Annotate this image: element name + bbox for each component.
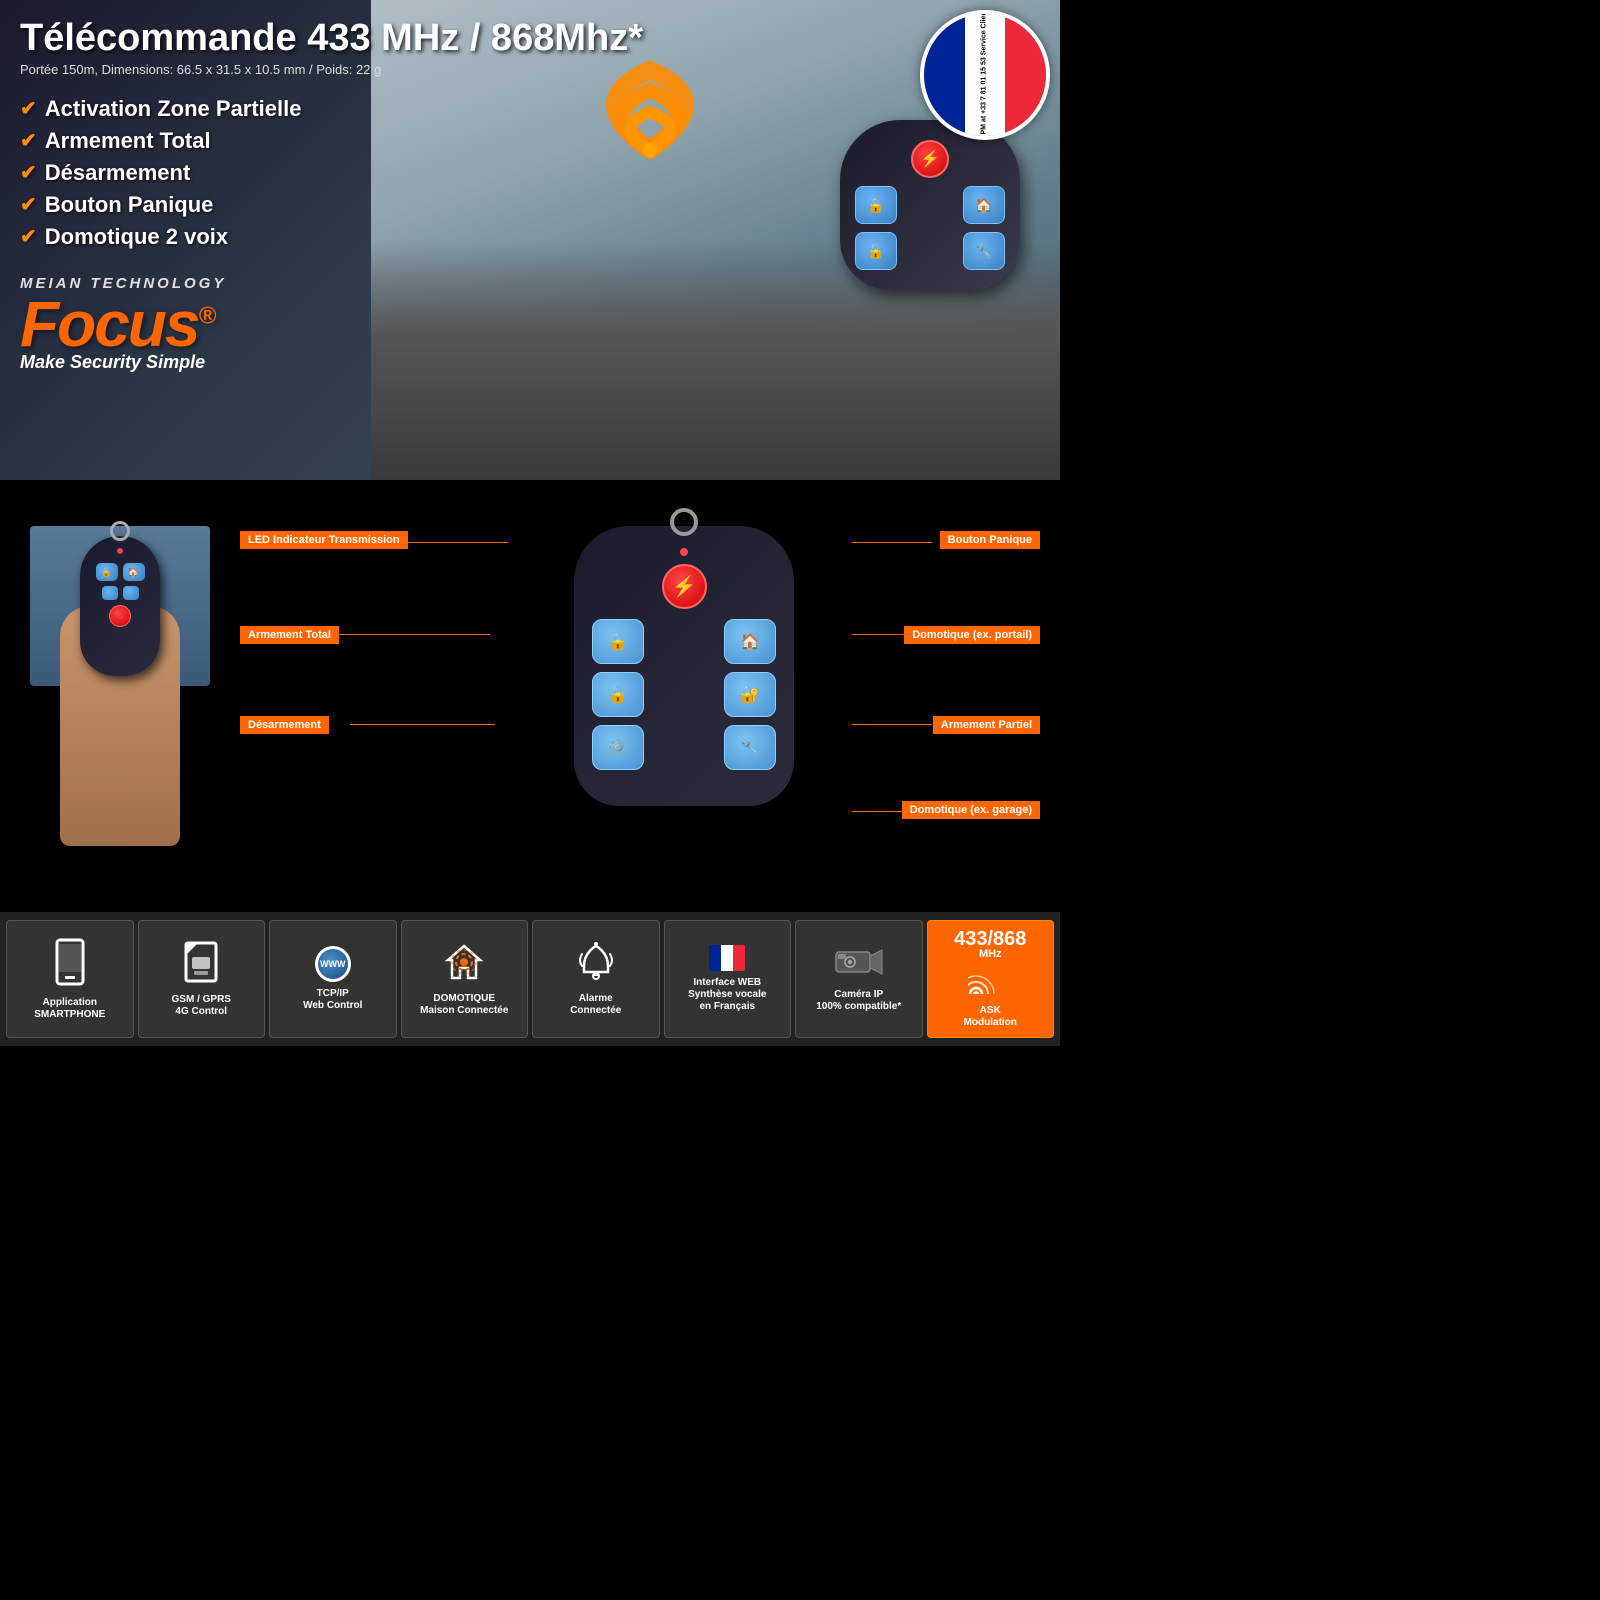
check-icon-3: ✔: [20, 160, 37, 185]
smartphone-icon: [55, 938, 85, 991]
feature-text-2: Armement Total: [45, 128, 211, 154]
tile-alarme-label: Alarme Connectée: [570, 993, 621, 1017]
tile-interface-label: Interface WEB Synthèse vocale en Françai…: [688, 977, 766, 1013]
remote-top-right: ⚡ 🔒 🏠 🔓 🔧: [840, 120, 1040, 290]
brand-tagline: Make Security Simple: [20, 352, 1040, 373]
panic-button-top: ⚡: [911, 140, 949, 178]
remote-btn-extra1: ⚙️: [592, 725, 644, 770]
line-arm-partial: [852, 724, 932, 725]
remote-btn-domo1: 🏠: [724, 619, 776, 664]
feature-text-3: Désarmement: [45, 160, 191, 186]
tile-freq: 433/868 MHz ASK: [927, 920, 1055, 1038]
tile-gsm-label: GSM / GPRS 4G Control: [172, 994, 231, 1018]
freq-number: 433/868: [954, 929, 1026, 949]
page-subtitle: Portée 150m, Dimensions: 66.5 x 31.5 x 1…: [20, 62, 1040, 77]
label-panic: Bouton Panique: [940, 531, 1040, 549]
tile-smartphone: Application SMARTPHONE: [6, 920, 134, 1038]
remote-btn-partial: 🔐: [724, 672, 776, 717]
middle-section: 🔒 🏠 LED Indicateur Transmission Armement…: [0, 486, 1060, 906]
label-arm-partial: Armement Partiel: [933, 716, 1040, 734]
remote-btn-disarm: 🔓: [592, 672, 644, 717]
check-icon-1: ✔: [20, 96, 37, 121]
check-icon-2: ✔: [20, 128, 37, 153]
freq-mhz: MHz: [954, 949, 1026, 960]
feature-text-1: Activation Zone Partielle: [45, 96, 302, 122]
france-flag-mini: [709, 945, 745, 971]
label-domo1: Domotique (ex. portail): [904, 626, 1040, 644]
tile-tcpip-label: TCP/IP Web Control: [303, 988, 362, 1012]
sim-card-icon: [184, 941, 218, 988]
tile-freq-label: ASK Modulation: [964, 1005, 1017, 1029]
remote-row-1: 🔒 🏠: [592, 619, 776, 664]
line-panic: [852, 542, 932, 543]
flag-service-text: Customer Service from 8.00 AM to 8.00 PM…: [924, 14, 1046, 136]
label-led: LED Indicateur Transmission: [240, 531, 408, 549]
www-globe-icon: WWW: [315, 946, 351, 982]
page-title: Télécommande 433 MHz / 868Mhz*: [20, 18, 1040, 60]
alarm-bell-icon: [578, 942, 614, 987]
buttons-row-1: 🔒 🏠: [855, 186, 1005, 224]
feature-text-5: Domotique 2 voix: [45, 224, 228, 250]
top-section: Customer Service from 8.00 AM to 8.00 PM…: [0, 0, 1060, 480]
button-domo1: 🏠: [963, 186, 1005, 224]
remote-btn-domo2: 🔧: [724, 725, 776, 770]
remote-btn-arm: 🔒: [592, 619, 644, 664]
freq-badge-icon: 433/868 MHz: [954, 929, 1026, 960]
button-arm-total: 🔒: [855, 186, 897, 224]
kc-panic-button: [109, 605, 131, 627]
remote-body: ⚡ 🔒 🏠 🔓 🔧: [840, 120, 1020, 290]
tile-smartphone-label: Application SMARTPHONE: [34, 997, 105, 1021]
tile-camera-label: Caméra IP 100% compatible*: [816, 989, 901, 1013]
keychain-ring: [110, 521, 130, 541]
keychain-remote: 🔒 🏠: [80, 536, 160, 676]
label-disarm: Désarmement: [240, 716, 329, 734]
remote-row-3: ⚙️ 🔧: [592, 725, 776, 770]
check-icon-4: ✔: [20, 192, 37, 217]
button-disarm: 🔓: [855, 232, 897, 270]
kc-button-1: 🔒: [96, 563, 118, 581]
hand-remote-left: 🔒 🏠: [10, 506, 230, 846]
tile-domotique: DOMOTIQUE Maison Connectée: [401, 920, 529, 1038]
remote-panic-btn: ⚡: [662, 564, 707, 609]
service-text: Customer Service from 8.00 AM to 8.00 PM…: [981, 10, 988, 140]
tile-camera: Caméra IP 100% compatible*: [795, 920, 923, 1038]
kc-button-2: 🏠: [123, 563, 145, 581]
remote-diagram-center: ⚡ 🔒 🏠 🔓 🔐 ⚙️ 🔧: [574, 526, 794, 806]
hand-area: 🔒 🏠: [30, 526, 210, 846]
label-arm-total: Armement Total: [240, 626, 339, 644]
led-indicator: [117, 548, 123, 554]
kc-button-3: [102, 586, 118, 600]
diagram-area: LED Indicateur Transmission Armement Tot…: [230, 506, 1050, 886]
button-domo2: 🔧: [963, 232, 1005, 270]
feature-text-4: Bouton Panique: [45, 192, 214, 218]
camera-ip-icon: [834, 946, 884, 983]
www-text: WWW: [320, 959, 345, 969]
label-domo2: Domotique (ex. garage): [902, 801, 1040, 819]
tile-alarme: Alarme Connectée: [532, 920, 660, 1038]
tile-tcpip: WWW TCP/IP Web Control: [269, 920, 397, 1038]
bottom-section: Application SMARTPHONE GSM / GPRS 4G Con…: [0, 912, 1060, 1046]
home-connected-icon: [444, 942, 484, 987]
remote-led-dot: [680, 548, 688, 556]
line-led: [408, 542, 508, 543]
buttons-row-2: 🔓 🔧: [855, 232, 1005, 270]
check-icon-5: ✔: [20, 224, 37, 249]
line-disarm: [350, 724, 495, 725]
ask-signal-rings: [968, 966, 1012, 999]
remote-keyring: [670, 508, 698, 536]
remote-row-2: 🔓 🔐: [592, 672, 776, 717]
france-flag-circle: Customer Service from 8.00 AM to 8.00 PM…: [920, 10, 1050, 140]
line-arm-total: [330, 634, 490, 635]
kc-buttons-row-2: [102, 586, 139, 600]
kc-buttons-row-1: 🔒 🏠: [96, 563, 145, 581]
brand-focus: Focus®: [20, 292, 1040, 356]
tile-gsm: GSM / GPRS 4G Control: [138, 920, 266, 1038]
kc-button-4: [123, 586, 139, 600]
tile-domotique-label: DOMOTIQUE Maison Connectée: [420, 993, 508, 1017]
remote-diagram-body: ⚡ 🔒 🏠 🔓 🔐 ⚙️ 🔧: [574, 526, 794, 806]
tile-interface: Interface WEB Synthèse vocale en Françai…: [664, 920, 792, 1038]
